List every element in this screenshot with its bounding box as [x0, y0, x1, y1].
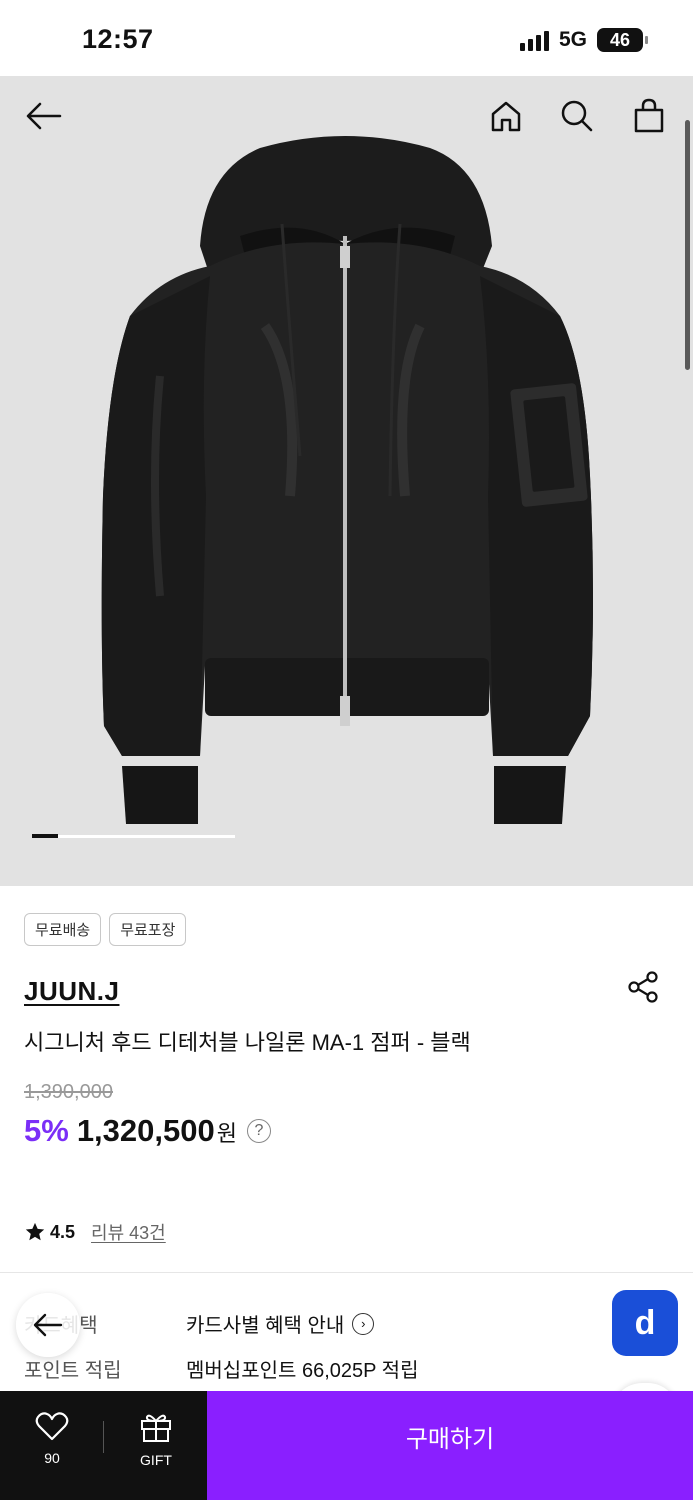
- home-button[interactable]: [486, 96, 526, 136]
- like-count: 90: [44, 1450, 60, 1466]
- section-divider: [0, 1272, 693, 1273]
- gallery-pager: [32, 834, 235, 838]
- card-benefit-text: 카드사별 혜택 안내: [186, 1315, 345, 1337]
- product-image: [101, 136, 593, 824]
- card-benefit-link[interactable]: 카드사별 혜택 안내 ›: [186, 1309, 375, 1338]
- shopping-bag-icon: [634, 98, 664, 133]
- search-icon: [561, 100, 593, 132]
- buy-button[interactable]: 구매하기: [207, 1391, 693, 1500]
- floating-back-button[interactable]: [16, 1293, 80, 1357]
- back-arrow-icon: [26, 102, 62, 130]
- d-app-button[interactable]: d: [612, 1290, 678, 1356]
- battery-icon: 46: [597, 28, 648, 52]
- gift-button[interactable]: GIFT: [132, 1411, 180, 1468]
- gallery-pager-active: [32, 834, 59, 838]
- gift-icon: [141, 1414, 171, 1442]
- tag-free-shipping: 무료배송: [24, 913, 102, 946]
- cart-button[interactable]: [629, 96, 669, 136]
- tag-free-wrapping: 무료포장: [109, 913, 187, 946]
- status-indicators: 5G 46: [519, 28, 648, 52]
- point-label: 포인트 적립: [24, 1360, 122, 1382]
- signal-icon: [519, 29, 549, 51]
- review-link[interactable]: 리뷰 43건: [91, 1219, 166, 1245]
- bottom-separator: [103, 1421, 104, 1453]
- brand-link[interactable]: JUUN.J: [24, 976, 119, 1007]
- bottom-action-bar: 90 GIFT 구매하기: [0, 1391, 693, 1500]
- point-value: 멤버십포인트 66,025P 적립: [186, 1360, 419, 1382]
- price-help-icon[interactable]: ?: [246, 1119, 271, 1143]
- home-icon: [491, 101, 521, 132]
- scroll-indicator: [685, 120, 690, 370]
- status-bar: 12:57 5G 46: [0, 0, 693, 76]
- price-row: 5% 1,320,500 원 ?: [24, 1113, 271, 1149]
- like-button[interactable]: 90: [30, 1411, 74, 1466]
- back-button[interactable]: [24, 96, 64, 136]
- rating-score: 4.5: [50, 1221, 76, 1242]
- currency-label: 원: [216, 1121, 237, 1146]
- original-price: 1,390,000: [24, 1081, 113, 1103]
- share-icon: [628, 971, 658, 1003]
- product-title: 시그니처 후드 디테처블 나일론 MA-1 점퍼 - 블랙: [24, 1030, 471, 1055]
- chevron-right-icon: ›: [352, 1312, 375, 1335]
- status-time: 12:57: [82, 24, 154, 54]
- share-button[interactable]: [626, 970, 660, 1004]
- heart-icon: [35, 1412, 69, 1441]
- star-icon: [25, 1222, 45, 1241]
- network-label: 5G: [558, 28, 587, 51]
- rating-row: 4.5 리뷰 43건: [24, 1219, 166, 1245]
- back-arrow-icon: [33, 1313, 63, 1337]
- sale-price: 1,320,500: [76, 1113, 215, 1148]
- discount-rate: 5%: [24, 1113, 69, 1148]
- search-button[interactable]: [557, 96, 597, 136]
- gift-label: GIFT: [140, 1452, 172, 1468]
- shipping-tags: 무료배송 무료포장: [24, 913, 187, 946]
- bottom-left-actions: 90 GIFT: [0, 1391, 207, 1500]
- product-image-gallery[interactable]: [0, 76, 693, 886]
